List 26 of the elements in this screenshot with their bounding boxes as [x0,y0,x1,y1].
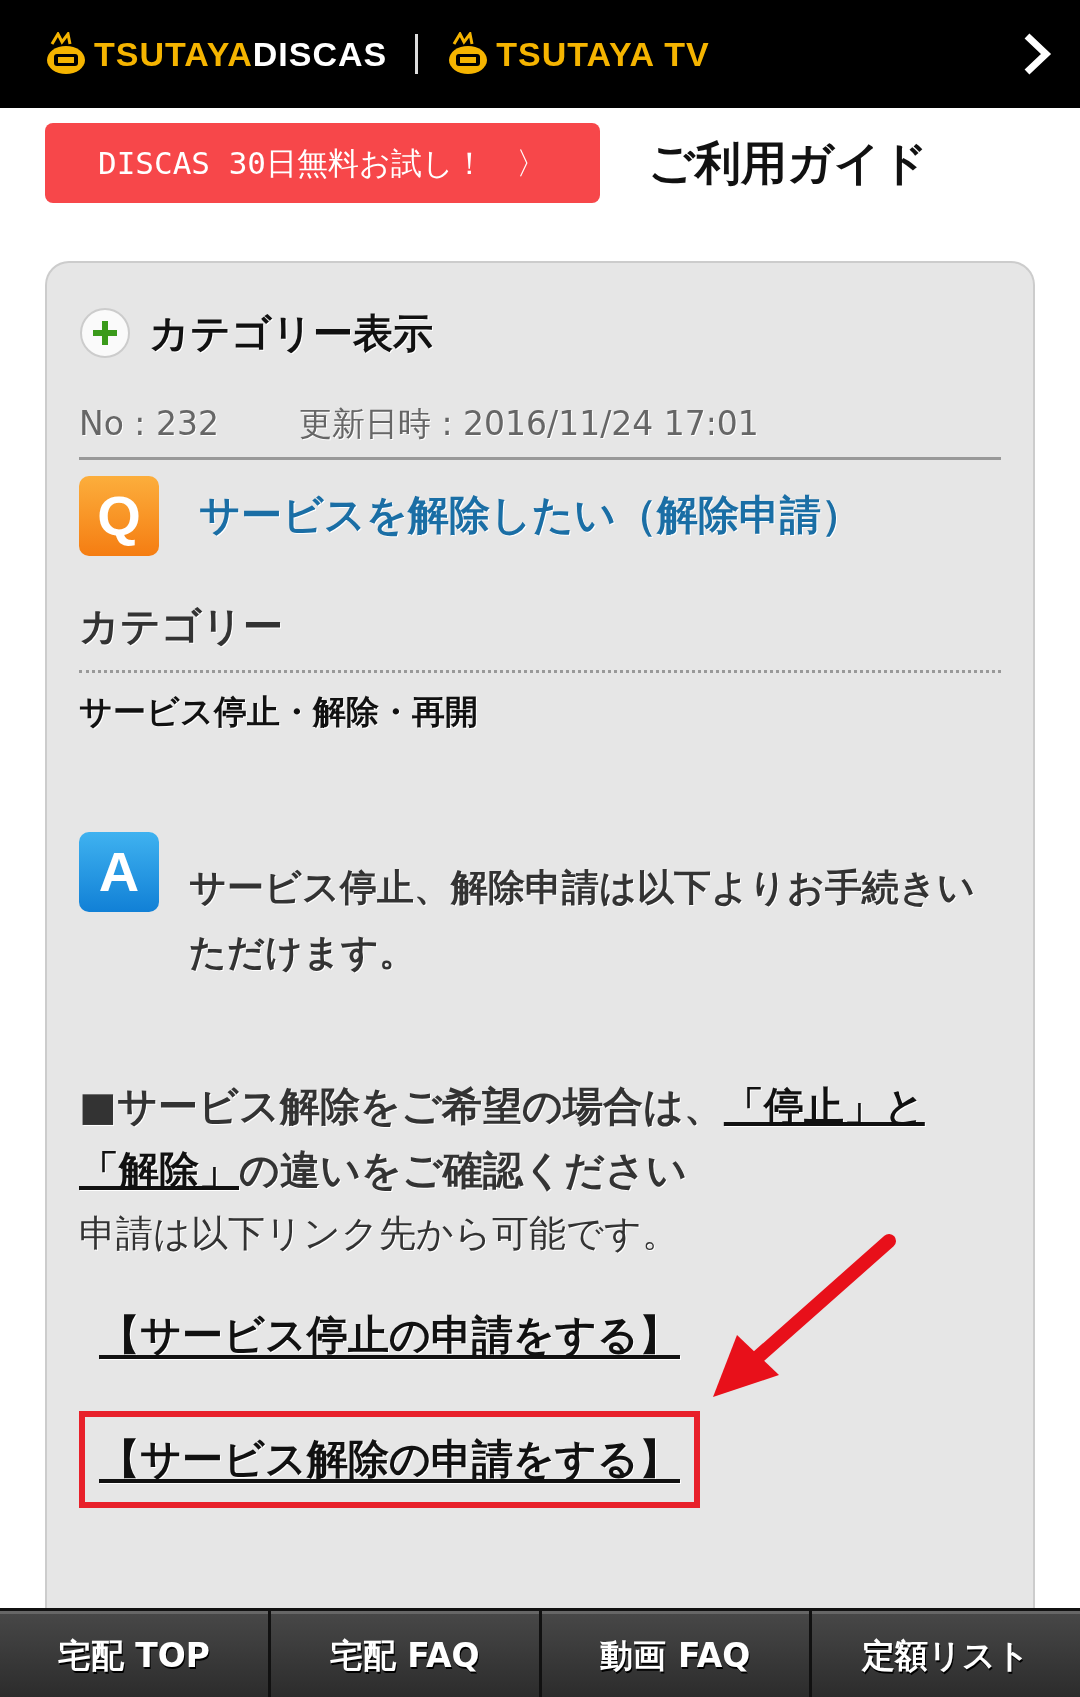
answer-badge: A [79,832,159,912]
application-link[interactable]: 【サービス解除の申請をする】 [79,1410,700,1508]
application-link[interactable]: 【サービス停止の申請をする】 [79,1287,700,1385]
faq-number: No : 232 [79,403,219,445]
logo-icon [44,32,88,76]
note-text: 申請は以下リンク先から可能です。 [79,1210,680,1257]
plus-icon[interactable] [79,307,131,359]
category-toggle[interactable]: カテゴリー表示 [149,303,433,363]
answer-text: サービス停止、解除申請は以下よりお手続きいただけます。 [189,865,976,976]
inline-link[interactable]: 「解除」 [79,1146,239,1193]
question-badge: Q [79,475,159,556]
chevron-right-icon[interactable] [1022,32,1052,76]
nav-button[interactable]: 宅配 FAQ [270,1611,539,1697]
logo-text[interactable]: TSUTAYADISCAS [94,28,388,80]
page-title: ご利用ガイド [648,134,928,192]
nav-button[interactable]: 定額リスト [812,1611,1080,1697]
updated-date: 更新日時 : 2016/11/24 17:01 [298,403,759,445]
nav-button[interactable]: 宅配 TOP [0,1611,268,1697]
notice-text: ■サービス解除をご希望の場合は、「停止」と 「解除」の違いをご確認ください [79,1081,926,1195]
free-trial-button[interactable]: DISCAS 30日無料お試し！ 〉 [45,123,600,203]
logo-text[interactable]: TSUTAYA TV [496,28,710,80]
category-value: サービス停止・解除・再開 [79,690,479,733]
nav-button[interactable]: 動画 FAQ [541,1611,810,1697]
inline-link[interactable]: 「停止」と [723,1082,925,1129]
question-title: サービスを解除したい（解除申請） [199,489,862,541]
category-heading: カテゴリー [79,595,1001,673]
